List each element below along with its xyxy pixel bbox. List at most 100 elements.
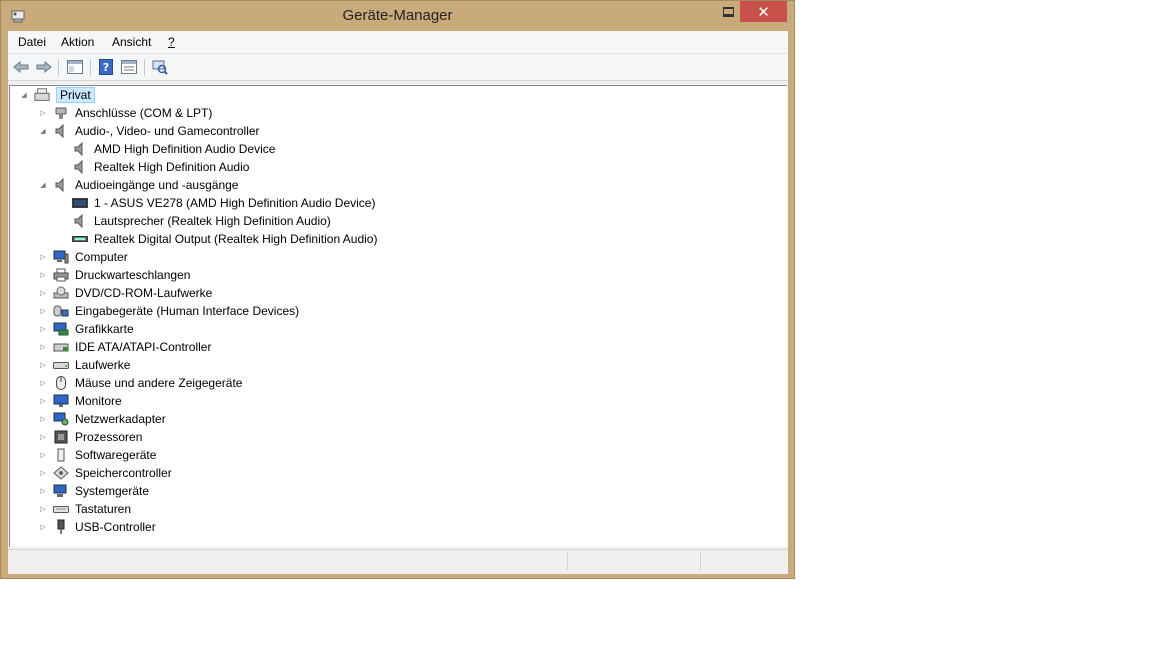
tree-node-label: Systemgeräte (75, 484, 150, 498)
tree-node-label: Monitore (75, 394, 122, 408)
tree-node[interactable]: ▷ Grafikkarte (39, 320, 134, 338)
expand-arrow-icon[interactable]: ▷ (39, 360, 47, 370)
speaker-icon (72, 142, 88, 156)
tree-node[interactable]: ◢ Audio-, Video- und Gamecontroller (39, 122, 260, 140)
tree-node-label: AMD High Definition Audio Device (94, 142, 276, 156)
tree-node[interactable]: ▷ Computer (39, 248, 127, 266)
tree-node[interactable]: ▷ Laufwerke (39, 356, 130, 374)
ide-controller-icon (53, 340, 69, 354)
expand-arrow-icon[interactable]: ▷ (39, 252, 47, 262)
tree-node[interactable]: AMD High Definition Audio Device (58, 140, 275, 158)
status-bar (8, 549, 788, 573)
mouse-icon (53, 376, 69, 390)
speaker-icon (72, 160, 88, 174)
tree-node-label: Softwaregeräte (75, 448, 157, 462)
tree-node-label: 1 - ASUS VE278 (AMD High Definition Audi… (94, 196, 376, 210)
close-button[interactable]: ✕ (740, 1, 787, 22)
network-adapter-icon (53, 412, 69, 426)
tree-node[interactable]: ▷ Tastaturen (39, 500, 131, 518)
tree-node[interactable]: Lautsprecher (Realtek High Definition Au… (58, 212, 331, 230)
tree-node-label: Tastaturen (75, 502, 132, 516)
expand-arrow-icon[interactable]: ▷ (39, 324, 47, 334)
processor-icon (53, 430, 69, 444)
storage-controller-icon (53, 466, 69, 480)
tree-node-label: Anschlüsse (COM & LPT) (75, 106, 213, 120)
tree-node[interactable]: ▷ Systemgeräte (39, 482, 149, 500)
ports-icon (53, 106, 69, 120)
menu-datei[interactable]: Datei (18, 35, 46, 49)
expand-arrow-icon[interactable]: ▷ (39, 504, 47, 514)
expand-arrow-icon[interactable]: ▷ (39, 306, 47, 316)
tree-node[interactable]: ▷ Speichercontroller (39, 464, 171, 482)
device-tree[interactable]: ◢ Privat ▷ Anschlüsse (COM & LPT) ◢ Audio-, V… (9, 85, 787, 547)
collapse-arrow-icon[interactable]: ◢ (39, 180, 47, 190)
tree-node[interactable]: 1 - ASUS VE278 (AMD High Definition Audi… (58, 194, 375, 212)
expand-arrow-icon[interactable]: ▷ (39, 378, 47, 388)
tree-node[interactable]: ▷ Netzwerkadapter (39, 410, 166, 428)
toolbar: ? (8, 54, 788, 81)
expand-arrow-icon[interactable]: ▷ (39, 414, 47, 424)
disk-drive-icon (53, 358, 69, 372)
tree-node-label: DVD/CD-ROM-Laufwerke (75, 286, 213, 300)
tree-node[interactable]: ▷ IDE ATA/ATAPI-Controller (39, 338, 211, 356)
tree-root-node[interactable]: ◢ Privat (20, 86, 95, 104)
title-bar[interactable]: Geräte-Manager ✕ (1, 1, 794, 31)
tree-node-label: Mäuse und andere Zeigegeräte (75, 376, 243, 390)
tree-node[interactable]: ▷ Eingabegeräte (Human Interface Devices) (39, 302, 299, 320)
help-icon[interactable]: ? (97, 58, 115, 76)
menu-help[interactable]: ? (168, 35, 175, 49)
tree-node[interactable]: ▷ Mäuse und andere Zeigegeräte (39, 374, 242, 392)
tree-node[interactable]: ▷ DVD/CD-ROM-Laufwerke (39, 284, 212, 302)
tree-node[interactable]: ▷ Druckwarteschlangen (39, 266, 190, 284)
expand-arrow-icon[interactable]: ▷ (39, 108, 47, 118)
collapse-arrow-icon[interactable]: ◢ (20, 90, 28, 100)
tree-node[interactable]: ▷ Monitore (39, 392, 122, 410)
tree-node[interactable]: Realtek Digital Output (Realtek High Def… (58, 230, 377, 248)
tree-node-label: IDE ATA/ATAPI-Controller (75, 340, 212, 354)
display-adapter-icon (53, 322, 69, 336)
system-device-icon (53, 484, 69, 498)
expand-arrow-icon[interactable]: ▷ (39, 522, 47, 532)
back-icon[interactable] (12, 58, 30, 76)
tree-node-label: Netzwerkadapter (75, 412, 166, 426)
tree-node[interactable]: ▷ USB-Controller (39, 518, 156, 536)
speaker-icon (53, 178, 69, 192)
tree-node-label: Realtek Digital Output (Realtek High Def… (94, 232, 378, 246)
tree-node-label: Prozessoren (75, 430, 143, 444)
expand-arrow-icon[interactable]: ▷ (39, 396, 47, 406)
menu-aktion[interactable]: Aktion (61, 35, 94, 49)
tree-node-label: Laufwerke (75, 358, 131, 372)
collapse-arrow-icon[interactable]: ◢ (39, 126, 47, 136)
expand-arrow-icon[interactable]: ▷ (39, 432, 47, 442)
expand-arrow-icon[interactable]: ▷ (39, 450, 47, 460)
tree-node[interactable]: ▷ Prozessoren (39, 428, 142, 446)
toolbar-separator (144, 59, 145, 76)
tree-node[interactable]: ▷ Softwaregeräte (39, 446, 156, 464)
expand-arrow-icon[interactable]: ▷ (39, 486, 47, 496)
tree-node[interactable]: ◢ Audioeingänge und -ausgänge (39, 176, 238, 194)
maximize-button[interactable] (715, 1, 741, 22)
properties-icon[interactable] (120, 58, 138, 76)
tree-node-label: Grafikkarte (75, 322, 134, 336)
usb-icon (53, 519, 69, 534)
scan-hardware-icon[interactable] (151, 58, 169, 76)
tree-node[interactable]: ▷ Anschlüsse (COM & LPT) (39, 104, 212, 122)
expand-arrow-icon[interactable]: ▷ (39, 288, 47, 298)
menu-bar: Datei Aktion Ansicht ? (8, 31, 788, 54)
expand-arrow-icon[interactable]: ▷ (39, 270, 47, 280)
menu-ansicht[interactable]: Ansicht (112, 35, 151, 49)
tree-node-label: Realtek High Definition Audio (94, 160, 250, 174)
tree-node[interactable]: Realtek High Definition Audio (58, 158, 249, 176)
tree-node-label: Eingabegeräte (Human Interface Devices) (75, 304, 300, 318)
software-device-icon (53, 448, 69, 462)
computer-root-icon (34, 88, 50, 102)
expand-arrow-icon[interactable]: ▷ (39, 468, 47, 478)
forward-icon[interactable] (35, 58, 53, 76)
computer-icon (53, 250, 69, 264)
show-hide-console-tree-icon[interactable] (66, 58, 84, 76)
expand-arrow-icon[interactable]: ▷ (39, 342, 47, 352)
